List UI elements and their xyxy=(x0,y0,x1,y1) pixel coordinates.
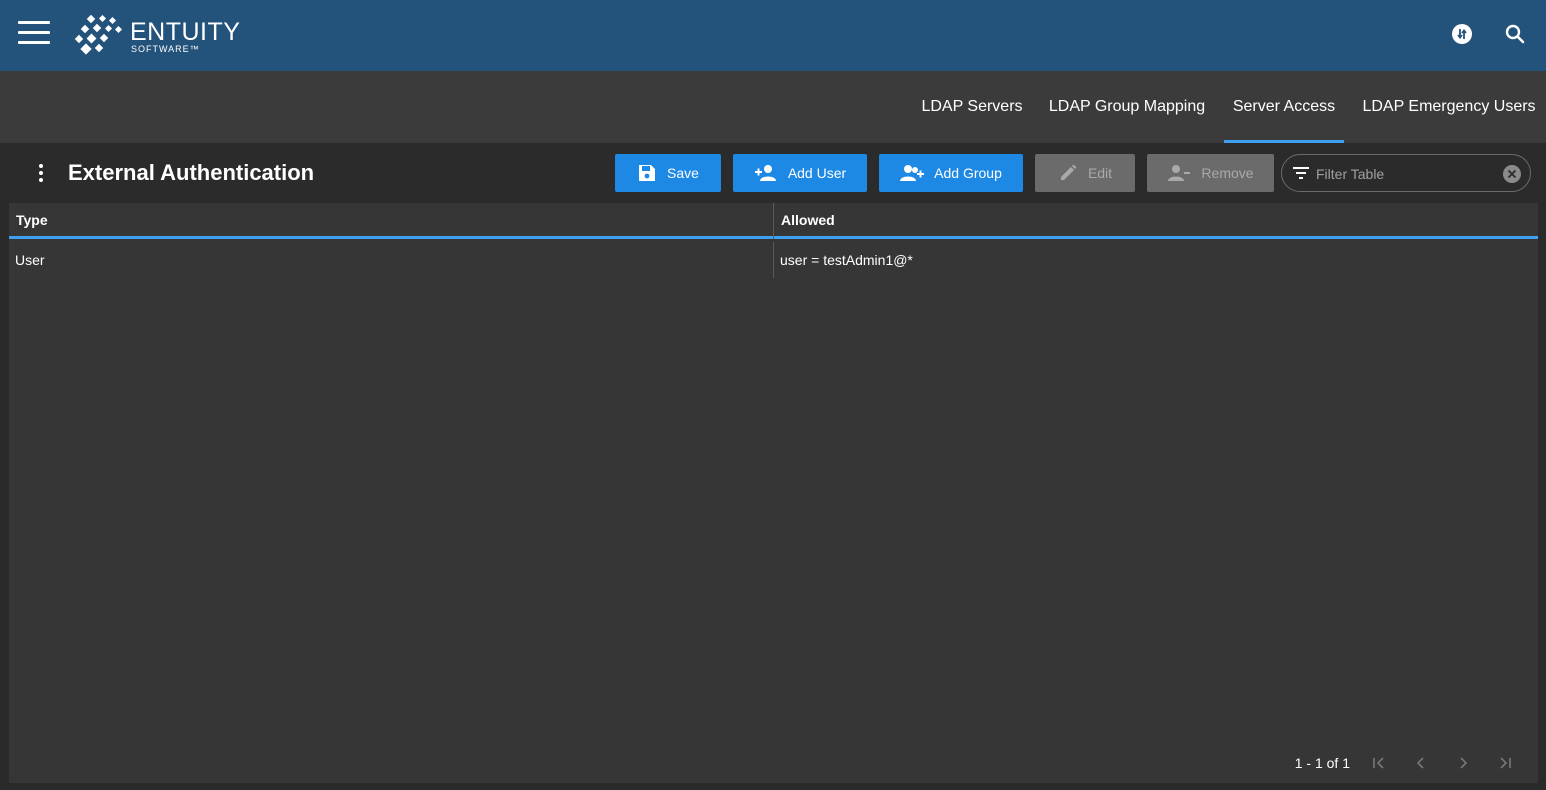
filter-table-field xyxy=(1281,154,1531,192)
pagination-summary: 1 - 1 of 1 xyxy=(1294,755,1350,771)
brand-subtitle: SOFTWARE™ xyxy=(131,44,200,54)
pencil-icon xyxy=(1060,164,1077,180)
first-page-icon[interactable] xyxy=(1358,751,1400,775)
filter-input[interactable] xyxy=(1316,163,1496,185)
add-group-button[interactable]: Add Group xyxy=(879,154,1023,192)
cell-allowed: user = testAdmin1@* xyxy=(780,252,913,268)
tab-ldap-servers[interactable]: LDAP Servers xyxy=(914,71,1030,143)
save-button-label: Save xyxy=(667,165,699,181)
filter-icon xyxy=(1293,167,1309,179)
brand-name: ENTUITY xyxy=(130,18,241,46)
server-access-table: Type Allowed User user = testAdmin1@* 1 … xyxy=(9,203,1538,783)
save-icon xyxy=(639,165,656,181)
add-user-button[interactable]: Add User xyxy=(733,154,867,192)
cell-type: User xyxy=(15,252,45,268)
edit-button[interactable]: Edit xyxy=(1035,154,1135,192)
column-header-type[interactable]: Type xyxy=(9,203,773,239)
clear-icon[interactable] xyxy=(1502,164,1522,184)
tab-bar: LDAP Servers LDAP Group Mapping Server A… xyxy=(0,71,1546,143)
edit-button-label: Edit xyxy=(1087,165,1113,181)
tab-label: LDAP Servers xyxy=(921,98,1023,115)
tab-ldap-emergency-users[interactable]: LDAP Emergency Users xyxy=(1356,71,1542,143)
page-title: External Authentication xyxy=(68,160,315,185)
add-group-button-label: Add Group xyxy=(934,165,1002,181)
tab-label: LDAP Group Mapping xyxy=(1048,98,1206,115)
top-header: ENTUITY SOFTWARE™ xyxy=(0,0,1546,71)
column-header-allowed[interactable]: Allowed xyxy=(774,203,1538,239)
page-toolbar: External Authentication Save Add User Ad… xyxy=(0,143,1546,203)
previous-page-icon[interactable] xyxy=(1400,751,1442,775)
last-page-icon[interactable] xyxy=(1484,751,1526,775)
remove-user-icon xyxy=(1168,165,1191,181)
add-group-icon xyxy=(900,165,925,181)
sync-icon[interactable] xyxy=(1450,22,1474,46)
menu-icon[interactable] xyxy=(18,21,50,45)
table-row[interactable]: User user = testAdmin1@* xyxy=(9,242,1538,278)
tab-server-access[interactable]: Server Access xyxy=(1224,71,1344,143)
tab-label: Server Access xyxy=(1232,98,1336,115)
tab-label: LDAP Emergency Users xyxy=(1362,98,1536,115)
table-header: Type Allowed xyxy=(9,203,1538,239)
pagination: 1 - 1 of 1 xyxy=(1295,751,1526,775)
remove-button[interactable]: Remove xyxy=(1147,154,1274,192)
search-icon[interactable] xyxy=(1503,22,1527,46)
next-page-icon[interactable] xyxy=(1442,751,1484,775)
add-user-button-label: Add User xyxy=(787,165,847,181)
more-options-icon[interactable] xyxy=(36,164,46,184)
tab-ldap-group-mapping[interactable]: LDAP Group Mapping xyxy=(1042,71,1212,143)
save-button[interactable]: Save xyxy=(615,154,721,192)
add-user-icon xyxy=(754,165,776,181)
remove-button-label: Remove xyxy=(1201,165,1254,181)
logo-mark-icon xyxy=(74,15,123,55)
